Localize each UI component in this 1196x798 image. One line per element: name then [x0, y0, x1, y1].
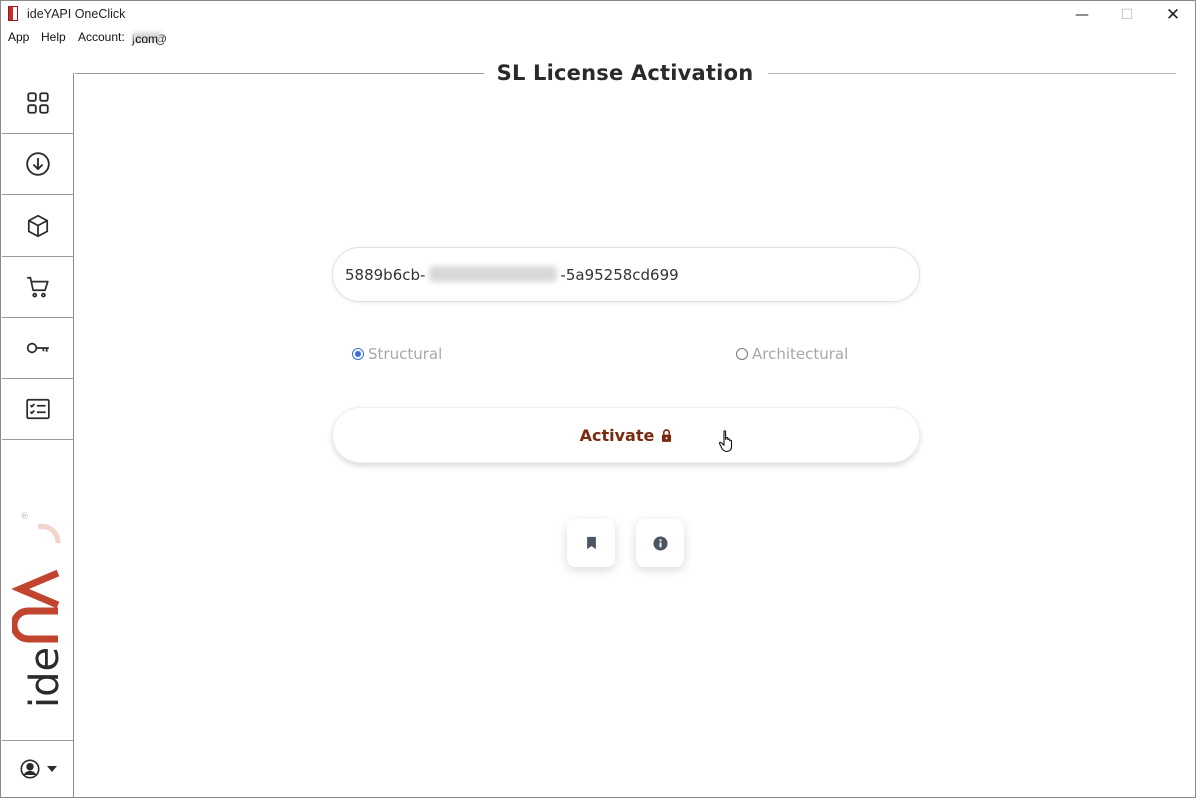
- menu-help[interactable]: Help: [41, 30, 66, 44]
- window-title: ideYAPI OneClick: [27, 7, 126, 21]
- lock-icon: [662, 428, 672, 442]
- svg-text:®: ®: [20, 512, 29, 522]
- svg-text:ide: ide: [22, 647, 64, 708]
- sidebar-item-tasks[interactable]: [2, 379, 74, 440]
- info-button[interactable]: [636, 519, 684, 567]
- key-icon: [26, 342, 49, 354]
- account-label: Account:: [78, 30, 125, 44]
- grid-icon: [27, 92, 49, 114]
- bookmark-button[interactable]: [567, 519, 615, 567]
- info-icon: [652, 535, 668, 551]
- license-key-input[interactable]: [332, 247, 920, 302]
- menu-bar: App Help Account: john@.com: [1, 28, 1195, 46]
- sidebar-item-products[interactable]: [2, 196, 74, 257]
- activate-button-label: Activate: [579, 425, 655, 445]
- sidebar-item-downloads[interactable]: [2, 134, 74, 195]
- checklist-icon: [26, 398, 50, 420]
- title-divider-left: [75, 73, 484, 74]
- radio-architectural[interactable]: Architectural: [736, 345, 848, 363]
- download-icon: [26, 152, 50, 176]
- minimize-button[interactable]: —: [1059, 1, 1105, 28]
- caret-down-icon: [47, 766, 57, 772]
- page-header: SL License Activation: [75, 59, 1176, 87]
- sidebar-item-licenses[interactable]: [2, 318, 74, 379]
- sidebar-item-store[interactable]: [2, 257, 74, 318]
- title-divider-right: [768, 73, 1176, 74]
- sidebar: ® ide: [2, 73, 74, 797]
- title-bar: ideYAPI OneClick — ☐ ✕: [1, 1, 1195, 28]
- account-menu[interactable]: [2, 740, 74, 797]
- radio-structural[interactable]: Structural: [352, 345, 442, 363]
- maximize-button[interactable]: ☐: [1104, 1, 1150, 28]
- idecad-brand-logo: ® ide: [12, 512, 64, 708]
- app-logo-icon: [8, 6, 18, 21]
- account-email-suffix: .com: [132, 32, 159, 46]
- redacted-license-segment: [429, 266, 557, 282]
- radio-architectural-label: Architectural: [752, 345, 849, 363]
- menu-app[interactable]: App: [8, 30, 29, 44]
- radio-structural-label: Structural: [368, 345, 443, 363]
- bookmark-icon: [586, 536, 596, 550]
- cart-icon: [27, 276, 49, 298]
- radio-architectural-indicator[interactable]: [736, 348, 748, 360]
- cube-icon: [27, 214, 49, 238]
- app-window: ideYAPI OneClick — ☐ ✕ App Help Account:…: [0, 0, 1196, 798]
- page-title: SL License Activation: [496, 61, 754, 85]
- hand-pointer-cursor-icon: [718, 430, 733, 452]
- activate-button[interactable]: Activate: [332, 407, 920, 463]
- user-circle-icon: [20, 759, 40, 779]
- radio-structural-indicator[interactable]: [352, 348, 364, 360]
- close-button[interactable]: ✕: [1150, 1, 1196, 28]
- sidebar-item-dashboard[interactable]: [2, 73, 74, 134]
